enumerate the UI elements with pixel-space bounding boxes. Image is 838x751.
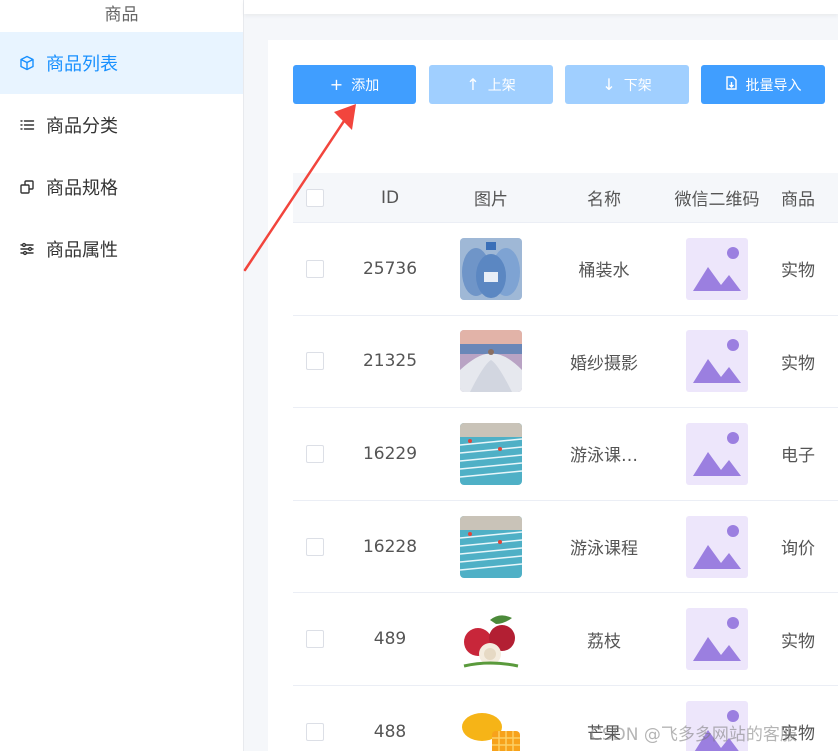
row-type: 电子 <box>781 446 815 467</box>
row-type: 询价 <box>781 539 815 560</box>
row-name: 婚纱摄影 <box>570 353 638 374</box>
row-name: 桶装水 <box>578 261 630 282</box>
row-checkbox[interactable] <box>306 630 324 649</box>
batch-import-label: 批量导入 <box>745 77 802 94</box>
list-on-shelf-button[interactable]: ↑ 上架 <box>429 65 553 104</box>
row-id: 16229 <box>362 443 418 464</box>
water-bottle-image <box>460 237 522 300</box>
row-name: 游泳课程 <box>570 539 638 560</box>
table-row[interactable]: 489 荔枝 实物 <box>293 593 838 686</box>
add-button[interactable]: + 添加 <box>293 65 416 104</box>
add-button-label: 添加 <box>351 77 380 94</box>
sidebar-item-label: 商品属性 <box>46 240 118 261</box>
wedding-photo-image <box>460 330 522 393</box>
sidebar: 商品 商品列表 商品分类 商品规格 商品属性 <box>0 0 244 751</box>
row-type: 实物 <box>781 353 815 374</box>
image-placeholder-icon[interactable] <box>686 515 748 578</box>
remove-from-shelf-button[interactable]: ↓ 下架 <box>565 65 689 104</box>
lychee-image <box>460 608 522 671</box>
spec-icon <box>18 178 36 196</box>
mango-image <box>460 700 522 751</box>
list-on-shelf-label: 上架 <box>487 77 516 94</box>
image-placeholder-icon[interactable] <box>686 422 748 485</box>
watermark-text: CSDN @飞多多网站的客服 <box>590 725 797 745</box>
row-id: 25736 <box>362 258 418 279</box>
row-name: 游泳课… <box>570 446 638 467</box>
remove-from-shelf-label: 下架 <box>623 77 652 94</box>
table-row[interactable]: 16229 游泳课… 电子 <box>293 408 838 501</box>
arrow-up-icon: ↑ <box>466 74 480 94</box>
row-checkbox[interactable] <box>306 259 324 278</box>
image-placeholder-icon[interactable] <box>686 608 748 671</box>
row-name: 荔枝 <box>587 631 621 652</box>
sidebar-item-label: 商品分类 <box>46 116 118 137</box>
row-id: 488 <box>373 721 407 742</box>
batch-import-button[interactable]: 批量导入 <box>701 65 825 104</box>
arrow-down-icon: ↓ <box>602 74 616 94</box>
product-table: ID 图片 名称 微信二维码 商品 25736 桶装水 实物 21325 婚纱摄… <box>293 173 838 751</box>
sidebar-item-label: 商品列表 <box>46 54 118 75</box>
header-image: 图片 <box>474 190 508 210</box>
sidebar-item-product-category[interactable]: 商品分类 <box>0 94 243 156</box>
row-type: 实物 <box>781 261 815 282</box>
header-name: 名称 <box>587 190 621 210</box>
row-type: 实物 <box>781 631 815 652</box>
cube-icon <box>18 54 36 72</box>
plus-icon: + <box>329 74 344 94</box>
sidebar-item-product-spec[interactable]: 商品规格 <box>0 156 243 218</box>
row-id: 489 <box>373 629 407 650</box>
sidebar-item-label: 商品规格 <box>46 178 118 199</box>
table-header: ID 图片 名称 微信二维码 商品 <box>293 173 838 223</box>
row-checkbox[interactable] <box>306 722 324 741</box>
swimming-pool-image <box>460 515 522 578</box>
image-placeholder-icon[interactable] <box>686 237 748 300</box>
image-placeholder-icon[interactable] <box>686 330 748 393</box>
row-checkbox[interactable] <box>306 537 324 556</box>
table-row[interactable]: 16228 游泳课程 询价 <box>293 500 838 594</box>
table-row[interactable]: 21325 婚纱摄影 实物 <box>293 315 838 409</box>
list-icon <box>18 116 36 134</box>
file-import-icon <box>725 76 738 93</box>
select-all-checkbox[interactable] <box>306 188 324 207</box>
row-checkbox[interactable] <box>306 352 324 371</box>
swimming-pool-image <box>460 422 522 485</box>
sidebar-header: 商品 <box>0 0 243 32</box>
sidebar-item-product-attribute[interactable]: 商品属性 <box>0 218 243 280</box>
top-header <box>244 0 838 14</box>
header-type: 商品 <box>781 190 815 210</box>
row-id: 16228 <box>362 536 418 557</box>
sidebar-item-product-list[interactable]: 商品列表 <box>0 32 243 94</box>
header-id: ID <box>380 187 400 208</box>
sliders-icon <box>18 240 36 258</box>
row-checkbox[interactable] <box>306 444 324 463</box>
table-row[interactable]: 25736 桶装水 实物 <box>293 223 838 316</box>
header-qr: 微信二维码 <box>674 190 760 210</box>
row-id: 21325 <box>362 351 418 372</box>
